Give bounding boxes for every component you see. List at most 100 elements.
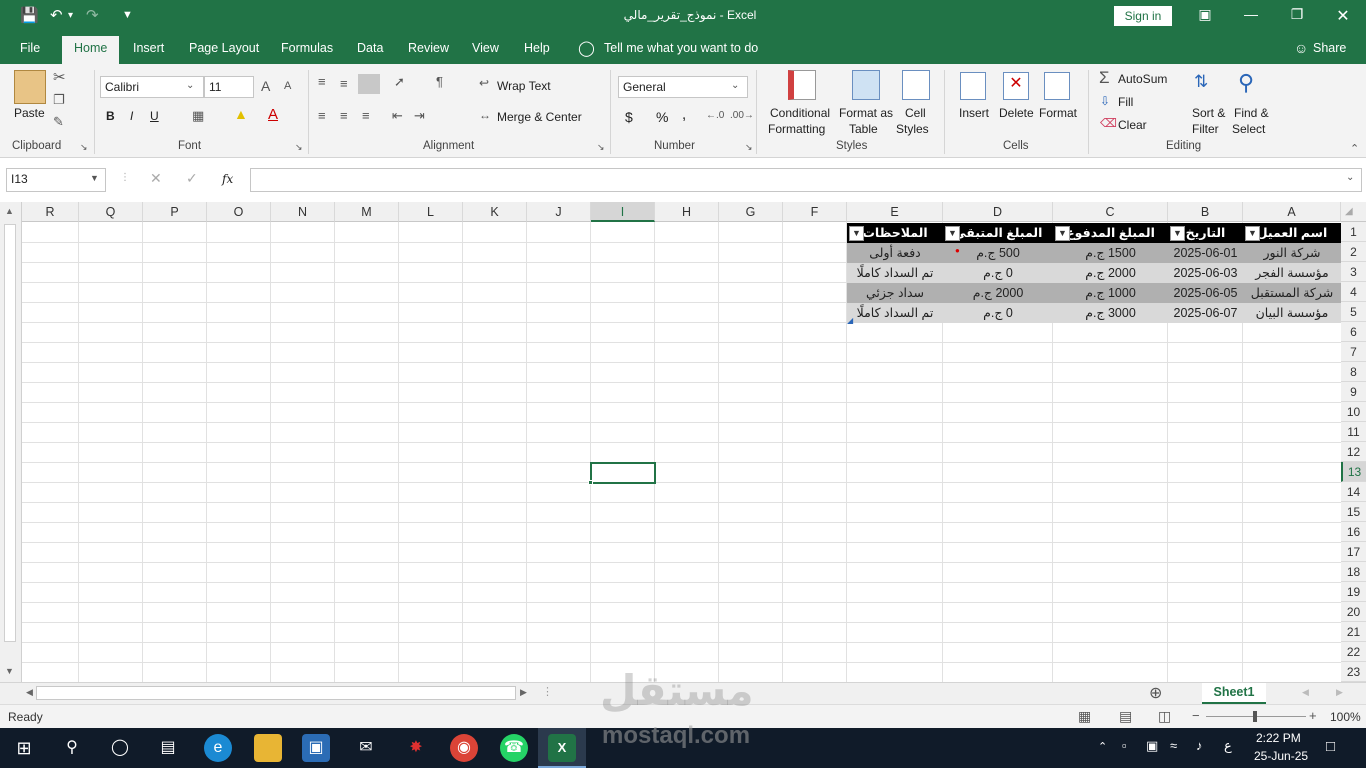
table-cell[interactable]: شركة النور [1243,243,1341,263]
minimize-button[interactable]: — [1236,6,1266,26]
tab-formulas[interactable]: Formulas [281,41,333,55]
column-header[interactable]: N [271,202,335,222]
insert-cells-button[interactable]: Insert [959,106,989,120]
excel-icon[interactable]: X [548,734,576,762]
align-right-icon[interactable]: ≡ [362,108,370,123]
fill-color-icon[interactable]: ▲ [234,106,248,122]
row-header[interactable]: 11 [1341,422,1366,442]
sort-filter-line2[interactable]: Filter [1192,122,1219,136]
scroll-down-icon[interactable]: ▼ [5,666,14,676]
increase-indent-icon[interactable]: ⇥ [414,108,425,124]
format-as-table-line1[interactable]: Format as [839,106,893,120]
clipboard-launcher-icon[interactable]: ↘ [80,142,88,153]
enter-icon[interactable]: ✓ [186,170,198,187]
column-header[interactable]: D [943,202,1053,222]
undo-icon[interactable]: ↶ [50,6,63,24]
customize-quick-access-icon[interactable]: ▼ [122,9,133,21]
page-break-view-icon[interactable]: ◫ [1158,708,1171,725]
align-left-icon[interactable]: ≡ [318,108,326,123]
vertical-scroll-thumb[interactable] [4,224,16,642]
row-header[interactable]: 7 [1341,342,1366,362]
share-button[interactable]: Share [1313,41,1346,55]
column-header[interactable]: E [847,202,943,222]
row-header[interactable]: 23 [1341,662,1366,682]
security-app-icon[interactable]: ✸ [402,734,430,762]
fill-handle[interactable] [588,480,593,485]
notifications-icon[interactable]: □ [1326,738,1335,755]
row-header[interactable]: 15 [1341,502,1366,522]
row-header[interactable]: 19 [1341,582,1366,602]
ribbon-display-icon[interactable]: ▣ [1190,6,1220,26]
column-header[interactable]: P [143,202,207,222]
row-header[interactable]: 14 [1341,482,1366,502]
column-header[interactable]: C [1053,202,1168,222]
row-header[interactable]: 16 [1341,522,1366,542]
zoom-in-icon[interactable]: + [1309,708,1317,723]
comma-button[interactable]: , [682,106,686,123]
column-header[interactable]: J [527,202,591,222]
table-cell[interactable]: سداد جزئي [847,283,943,303]
tab-file[interactable]: File [20,41,40,55]
edge-icon[interactable]: e [204,734,232,762]
paste-icon[interactable] [14,70,46,104]
table-cell[interactable]: 2025-06-03 [1168,263,1243,283]
conditional-formatting-line1[interactable]: Conditional [770,106,830,120]
number-format-select[interactable]: General [618,76,748,98]
table-cell[interactable]: 0 ج.م [943,303,1053,323]
row-header[interactable]: 2 [1341,242,1366,262]
column-header[interactable]: B [1168,202,1243,222]
scroll-up-icon[interactable]: ▲ [5,206,14,216]
file-explorer-icon[interactable] [254,734,282,762]
table-cell[interactable]: 2025-06-01 [1168,243,1243,263]
zoom-level[interactable]: 100% [1330,710,1361,724]
text-direction-icon[interactable]: ¶ [436,74,443,89]
row-header[interactable]: 22 [1341,642,1366,662]
scroll-right-icon[interactable]: ▶ [520,687,527,698]
table-cell[interactable]: 1500 ج.م [1053,243,1168,263]
number-launcher-icon[interactable]: ↘ [745,142,753,153]
increase-decimal-icon[interactable]: ←.0 [706,110,724,121]
bold-button[interactable]: B [106,109,115,123]
underline-button[interactable]: U [150,109,159,123]
decrease-decimal-icon[interactable]: .00→ [730,110,754,121]
autosum-button[interactable]: AutoSum [1118,72,1167,86]
decrease-indent-icon[interactable]: ⇤ [392,108,403,124]
cell-styles-line1[interactable]: Cell [905,106,926,120]
task-view-icon[interactable]: ▤ [154,734,182,762]
wifi-icon[interactable]: ≈ [1170,738,1177,753]
row-header[interactable]: 5 [1341,302,1366,322]
filter-dropdown-icon[interactable]: ▼ [1245,226,1260,241]
save-icon[interactable]: 💾 [20,6,39,24]
row-header[interactable]: 20 [1341,602,1366,622]
column-header[interactable]: H [655,202,719,222]
scroll-left-icon[interactable]: ◀ [26,687,33,698]
page-layout-view-icon[interactable]: ▤ [1119,708,1132,725]
undo-dropdown-icon[interactable]: ▾ [68,10,73,21]
row-header[interactable]: 21 [1341,622,1366,642]
table-cell[interactable]: 2000 ج.م [1053,263,1168,283]
font-color-icon[interactable]: A [268,106,278,123]
row-header[interactable]: 12 [1341,442,1366,462]
name-box-dropdown-icon[interactable]: ▼ [90,173,99,183]
copy-icon[interactable]: ❐ [53,92,65,108]
column-header[interactable]: O [207,202,271,222]
zoom-slider-thumb[interactable] [1253,711,1257,722]
table-cell[interactable]: مؤسسة الفجر [1243,263,1341,283]
italic-button[interactable]: I [130,109,133,123]
tab-data[interactable]: Data [357,41,383,55]
filter-dropdown-icon[interactable]: ▼ [945,226,960,241]
fill-button[interactable]: Fill [1118,95,1133,109]
merge-center-button[interactable]: Merge & Center [497,110,582,124]
sheet-tab-sheet1[interactable]: Sheet1 [1202,683,1266,704]
row-header[interactable]: 18 [1341,562,1366,582]
find-select-line1[interactable]: Find & [1234,106,1269,120]
format-as-table-line2[interactable]: Table [849,122,878,136]
row-header[interactable]: 9 [1341,382,1366,402]
language-indicator[interactable]: ع [1224,738,1232,754]
battery-icon[interactable]: ▣ [1146,738,1158,754]
restore-button[interactable]: ❐ [1282,6,1312,26]
row-header-selected[interactable]: 13 [1341,462,1366,482]
currency-button[interactable]: $ [625,109,633,125]
row-header[interactable]: 17 [1341,542,1366,562]
table-cell[interactable]: 2000 ج.م [943,283,1053,303]
